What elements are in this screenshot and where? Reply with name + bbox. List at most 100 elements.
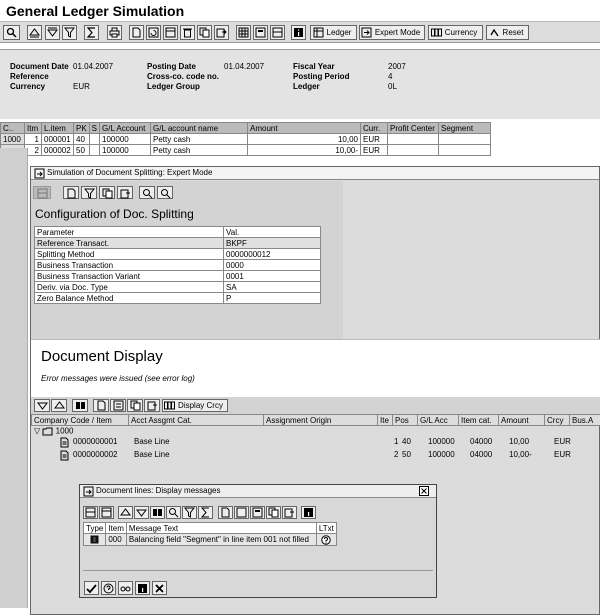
delete-button[interactable] — [180, 25, 195, 40]
layout-button[interactable] — [99, 506, 114, 519]
split-dialog-titlebar[interactable]: Simulation of Document Splitting: Expert… — [31, 167, 599, 180]
col-gl-acc[interactable]: G/L Acc — [417, 414, 459, 426]
col-item-cat[interactable]: Item cat. — [458, 414, 499, 426]
col-amount[interactable]: Amount — [247, 122, 362, 134]
col-currency[interactable]: Curr. — [360, 122, 389, 134]
tree-row[interactable]: 0000000002 Base Line 2 50 100000 04000 1… — [59, 450, 599, 461]
message-longtext[interactable] — [315, 533, 337, 546]
expand-button[interactable] — [34, 399, 50, 412]
table-row[interactable]: 2 000002 50 100000 Petty cash 10,00- EUR — [0, 144, 492, 156]
sum-button[interactable] — [84, 25, 99, 40]
col-gl-name[interactable]: G/L account name — [150, 122, 249, 134]
col-company-item[interactable]: Company Code / Item — [31, 414, 129, 426]
continue-button[interactable] — [84, 581, 99, 595]
col-item[interactable]: Itm — [24, 122, 42, 134]
expert-mode-button[interactable]: Expert Mode — [359, 25, 425, 40]
view-button[interactable] — [129, 25, 144, 40]
col-amount[interactable]: Amount — [498, 414, 545, 426]
table-row[interactable]: 1000 1 000001 40 100000 Petty cash 10,00… — [0, 133, 492, 145]
print-button[interactable] — [63, 186, 79, 199]
col-type[interactable]: Type — [82, 522, 107, 534]
export-icon — [216, 28, 227, 38]
select-layout-button[interactable] — [253, 25, 268, 40]
copy-button[interactable] — [127, 399, 143, 412]
col-ite[interactable]: Ite — [377, 414, 393, 426]
view-button[interactable] — [234, 506, 249, 519]
print-button[interactable] — [218, 506, 233, 519]
filter-button[interactable] — [182, 506, 197, 519]
tree-row[interactable]: 0000000001 Base Line 1 40 100000 04000 1… — [59, 437, 599, 448]
col-crcy[interactable]: Crcy — [544, 414, 570, 426]
col-gl-account[interactable]: G/L Account — [99, 122, 152, 134]
save-layout-button[interactable] — [270, 25, 285, 40]
col-acct-cat[interactable]: Acct Assgmt Cat. — [128, 414, 264, 426]
col-s[interactable]: S — [88, 122, 101, 134]
config-row[interactable]: Business Transaction Variant 0001 — [34, 270, 321, 282]
view-button[interactable] — [99, 186, 115, 199]
messages-dialog-titlebar[interactable]: Document lines: Display messages — [80, 485, 436, 498]
message-row[interactable]: 000 Balancing field "Segment" in line it… — [82, 533, 337, 546]
sum-button[interactable] — [198, 506, 213, 519]
layout-select-button[interactable] — [250, 506, 265, 519]
find-next-button[interactable] — [166, 506, 181, 519]
technical-info-button[interactable] — [118, 581, 133, 595]
export-button[interactable] — [144, 399, 160, 412]
view-button[interactable] — [110, 399, 126, 412]
col-segment[interactable]: Segment — [438, 122, 492, 134]
collapse-button[interactable] — [51, 399, 67, 412]
currency-button[interactable]: Currency — [428, 25, 483, 40]
find-button[interactable] — [3, 25, 20, 40]
find-button[interactable] — [139, 186, 155, 199]
sort-asc-button[interactable] — [27, 25, 42, 40]
export-button[interactable] — [117, 186, 133, 199]
currency-header-label: Currency — [10, 82, 46, 91]
ledger-button[interactable]: Ledger — [310, 25, 357, 40]
grid-button[interactable] — [236, 25, 251, 40]
find-button[interactable] — [150, 506, 165, 519]
col-company-code[interactable]: C.. — [0, 122, 25, 134]
config-row[interactable]: Zero Balance Method P — [34, 292, 321, 304]
col-ltxt[interactable]: LTxt — [315, 522, 337, 534]
config-row[interactable]: Reference Transact. BKPF — [34, 237, 321, 249]
cancel-button[interactable] — [152, 581, 167, 595]
col-assign-origin[interactable]: Assignment Origin — [263, 414, 378, 426]
export-button[interactable] — [282, 506, 297, 519]
sort-desc-button[interactable] — [134, 506, 149, 519]
info-button[interactable] — [135, 581, 150, 595]
col-profit-center[interactable]: Profit Center — [387, 122, 440, 134]
col-pk[interactable]: PK — [73, 122, 90, 134]
sort-desc-button[interactable] — [45, 25, 60, 40]
collapse-node-icon[interactable]: ▽ — [34, 427, 40, 436]
col-litem[interactable]: L.item — [41, 122, 74, 134]
col-pos[interactable]: Pos — [392, 414, 418, 426]
sort-asc-button[interactable] — [118, 506, 133, 519]
reset-button[interactable]: Reset — [486, 25, 529, 40]
display-crcy-button[interactable]: Display Crcy — [162, 399, 228, 412]
config-row[interactable]: Splitting Method 0000000012 — [34, 248, 321, 260]
col-bus-area[interactable]: Bus.A — [569, 414, 600, 426]
find-button[interactable] — [72, 399, 88, 412]
close-icon[interactable] — [419, 486, 429, 496]
tree-root-node[interactable]: ▽ 1000 — [34, 426, 73, 437]
help-button[interactable] — [101, 581, 116, 595]
refresh-button[interactable] — [146, 25, 161, 40]
filter-button[interactable] — [81, 186, 97, 199]
col-item[interactable]: Item — [105, 522, 127, 534]
details-button[interactable] — [83, 506, 98, 519]
info-button[interactable] — [291, 25, 306, 40]
config-row[interactable]: Deriv. via Doc. Type SA — [34, 281, 321, 293]
folder-icon — [42, 427, 53, 436]
export-button[interactable] — [214, 25, 229, 40]
info-button[interactable] — [301, 506, 316, 519]
col-message-text[interactable]: Message Text — [125, 522, 317, 534]
filter-button[interactable] — [62, 25, 77, 40]
find-next-button[interactable] — [157, 186, 173, 199]
print-button[interactable] — [107, 25, 122, 40]
layout-button[interactable] — [163, 25, 178, 40]
print-button[interactable] — [93, 399, 109, 412]
help-icon[interactable] — [321, 534, 332, 545]
copy-button[interactable] — [266, 506, 281, 519]
config-row[interactable]: Business Transaction 0000 — [34, 259, 321, 271]
grid-disabled-button[interactable] — [33, 186, 51, 199]
copy-button[interactable] — [197, 25, 212, 40]
